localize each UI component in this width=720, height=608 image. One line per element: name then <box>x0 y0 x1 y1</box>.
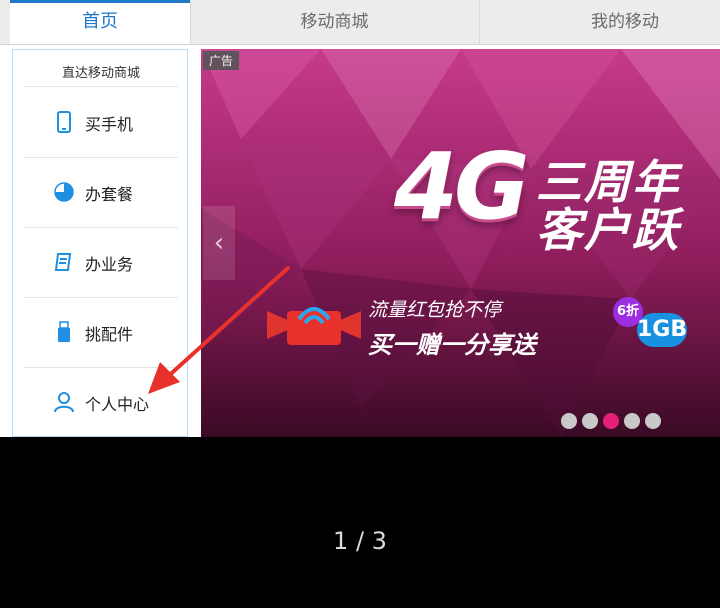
package-icon <box>53 181 75 203</box>
tab-mobile-mall[interactable]: 移动商城 <box>190 0 480 44</box>
user-icon <box>53 391 75 413</box>
sidebar-item-service[interactable]: 办业务 <box>23 227 178 298</box>
promo-text-2: 买一赠一分享送 <box>368 331 536 359</box>
sidebar-item-label: 个人中心 <box>85 395 150 414</box>
data-badge: 6折 1GB <box>613 295 689 353</box>
promo-banner[interactable]: 广告 ‹ 4G 三周年 客户跃 流量红包抢不停 买一赠一分享送 6折 1GB <box>201 49 720 437</box>
sidebar-item-label: 挑配件 <box>85 325 134 344</box>
previous-slide-button[interactable]: ‹ <box>203 206 235 280</box>
carousel-dot[interactable] <box>645 413 661 429</box>
headline-4g: 4G <box>394 133 530 240</box>
ad-tag: 广告 <box>203 51 240 70</box>
usb-icon <box>53 321 75 343</box>
promo-text-1: 流量红包抢不停 <box>368 299 502 321</box>
carousel-dot[interactable] <box>561 413 577 429</box>
image-counter: 1 / 3 <box>333 527 387 555</box>
screenshot-image: 首页 移动商城 我的移动 直达移动商城 买手机 办套餐 办业务 挑配件 个人中心… <box>0 0 720 437</box>
sidebar-item-label: 办业务 <box>85 255 134 274</box>
sidebar-item-buy-phone[interactable]: 买手机 <box>23 87 178 158</box>
service-icon <box>53 251 75 273</box>
sidebar-title: 直达移动商城 <box>61 66 140 81</box>
sidebar-item-label: 买手机 <box>85 115 134 134</box>
sidebar-item-label: 办套餐 <box>85 185 134 204</box>
sidebar-item-package[interactable]: 办套餐 <box>23 157 178 228</box>
carousel-dot-active[interactable] <box>603 413 619 429</box>
phone-icon <box>53 111 75 133</box>
top-nav: 首页 移动商城 我的移动 <box>0 0 720 45</box>
carousel-dot[interactable] <box>624 413 640 429</box>
carousel-dot[interactable] <box>582 413 598 429</box>
sidebar: 直达移动商城 买手机 办套餐 办业务 挑配件 个人中心 <box>12 49 188 437</box>
sidebar-item-accessories[interactable]: 挑配件 <box>23 297 178 368</box>
tab-home[interactable]: 首页 <box>10 0 191 44</box>
tab-my-mobile[interactable]: 我的移动 <box>480 0 720 44</box>
sidebar-item-personal-center[interactable]: 个人中心 <box>23 367 178 437</box>
data-amount-badge: 1GB <box>637 313 687 347</box>
headline-line2: 客户跃 <box>536 203 680 257</box>
